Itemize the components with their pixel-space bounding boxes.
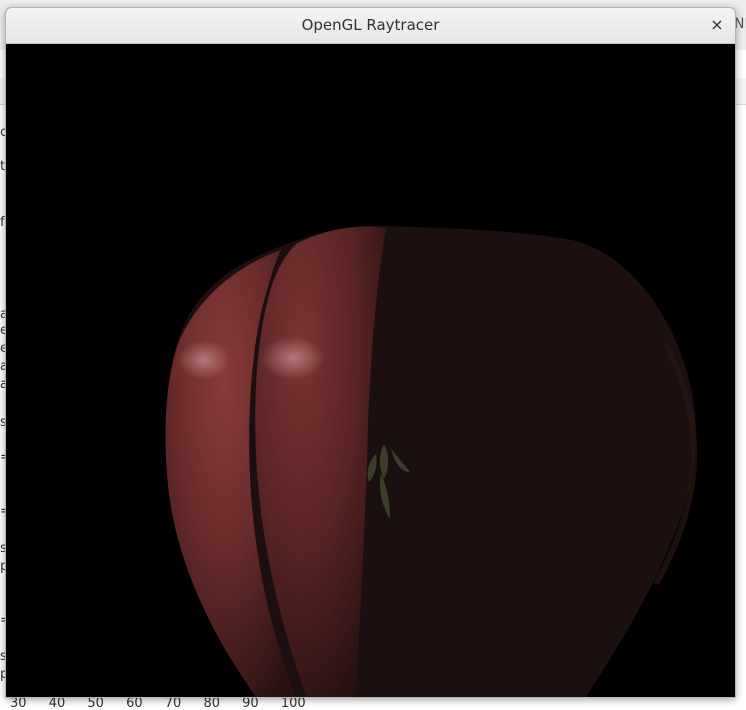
axis-tick-label: 50	[87, 696, 104, 710]
raytracer-window[interactable]: OpenGL Raytracer ×	[5, 7, 736, 698]
axis-tick-label: 60	[126, 696, 143, 710]
render-viewport[interactable]	[6, 44, 735, 697]
axis-tick-label: 30	[10, 696, 27, 710]
background-axis-ticks: 30 40 50 60 70 80 90 100	[10, 696, 430, 710]
axis-tick-label: 90	[242, 696, 259, 710]
close-icon: ×	[710, 15, 724, 34]
window-title-bar[interactable]: OpenGL Raytracer ×	[6, 8, 735, 44]
axis-tick-label: 80	[203, 696, 220, 710]
close-button[interactable]: ×	[705, 13, 729, 37]
axis-tick-label: 40	[48, 696, 66, 710]
axis-tick-label: 70	[164, 696, 182, 710]
axis-tick-label: 100	[280, 696, 306, 710]
specular-highlight	[261, 336, 325, 380]
window-title: OpenGL Raytracer	[301, 16, 440, 34]
rendered-scene	[6, 44, 735, 697]
specular-highlight	[178, 340, 230, 380]
